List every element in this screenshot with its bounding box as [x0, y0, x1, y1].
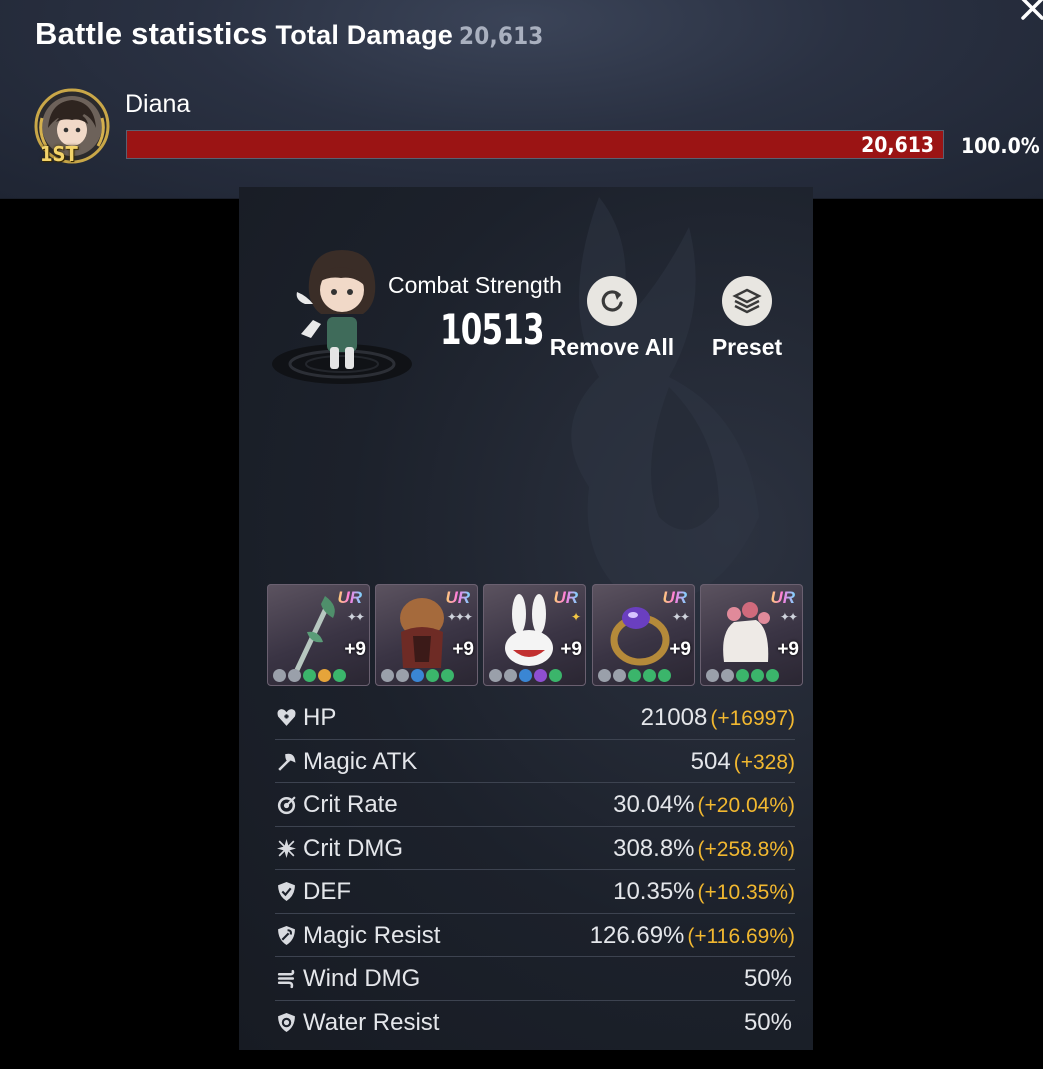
stat-value: 21008 (+16997) — [641, 704, 795, 732]
star-rating: ✦✦ — [346, 610, 365, 624]
rarity-badge: UR — [445, 588, 470, 607]
stat-name: DEF — [303, 878, 351, 905]
stat-name: Magic ATK — [303, 747, 418, 775]
hp-icon — [277, 709, 296, 726]
stat-row-magic-atk: Magic ATK 504 (+328) — [275, 740, 795, 783]
damage-value: 20,613 — [861, 133, 934, 157]
stat-row-hp: HP 21008 (+16997) — [275, 696, 795, 740]
rank-badge: 1ST — [40, 142, 78, 166]
equipment-slot-armor[interactable]: UR ✦✦✦ +9 — [375, 584, 478, 686]
stat-value-number: 308.8% — [613, 834, 695, 862]
stat-value-number: 10.35% — [613, 878, 695, 905]
background-character-art — [571, 197, 759, 607]
damage-bar-fill — [127, 131, 943, 158]
stat-bonus: (+16997) — [710, 707, 795, 730]
stat-name: Magic Resist — [303, 921, 441, 949]
battle-statistics-banner: Battle statistics Total Damage 20,613 1ST … — [0, 0, 1043, 199]
stat-row-magic-resist: Magic Resist 126.69% (+116.69%) — [275, 914, 795, 957]
damage-bar: 20,613 — [126, 130, 944, 159]
equipment-row: UR ✦✦ +9 UR ✦✦✦ +9 UR ✦ +9 UR ✦✦ +9 UR ✦… — [267, 584, 803, 686]
star-rating: ✦✦ — [671, 610, 690, 624]
stat-bonus: (+258.8%) — [697, 837, 795, 861]
stat-bonus: (+116.69%) — [687, 924, 795, 948]
stat-name: Crit Rate — [303, 791, 398, 818]
star-rating: ✦✦ — [779, 610, 798, 624]
crit-dmg-icon — [277, 838, 296, 858]
rarity-badge: UR — [662, 588, 687, 607]
substat-icons — [489, 669, 562, 682]
stat-bonus: (+20.04%) — [697, 794, 795, 817]
enhance-level: +9 — [344, 639, 366, 660]
remove-all-button[interactable]: Remove All — [548, 276, 676, 361]
refresh-icon — [587, 276, 637, 326]
equipment-slot-ring[interactable]: UR ✦✦ +9 — [592, 584, 695, 686]
enhance-level: +9 — [452, 639, 474, 660]
equipment-slot-helm[interactable]: UR ✦ +9 — [483, 584, 586, 686]
magic-resist-icon — [278, 925, 295, 945]
stat-row-crit-dmg: Crit DMG 308.8% (+258.8%) — [275, 827, 795, 870]
stat-value: 50% — [744, 1009, 795, 1037]
stat-row-wind-dmg: Wind DMG 50% — [275, 957, 795, 1001]
stat-name: Wind DMG — [303, 965, 421, 992]
layers-icon — [722, 276, 772, 326]
damage-percent: 100.0% — [961, 134, 1040, 158]
stat-value-number: 21008 — [640, 704, 708, 731]
stat-row-crit-rate: Crit Rate 30.04% (+20.04%) — [275, 783, 795, 827]
character-panel: Combat Strength 10513 Remove All Preset — [239, 187, 813, 1050]
substat-icons — [706, 669, 779, 682]
stat-name: HP — [303, 704, 337, 731]
battle-statistics-title: Battle statistics — [35, 16, 268, 51]
stat-name: Crit DMG — [303, 834, 403, 862]
close-icon[interactable] — [1016, 0, 1043, 22]
character-name: Diana — [125, 90, 191, 118]
stat-value: 504 (+328) — [691, 748, 795, 776]
stat-value: 50% — [744, 965, 795, 993]
equipment-slot-gloves[interactable]: UR ✦✦ +9 — [700, 584, 803, 686]
enhance-level: +9 — [777, 639, 799, 660]
stat-row-water-resist: Water Resist 50% — [275, 1001, 795, 1045]
stat-row-def: DEF 10.35% (+10.35%) — [275, 870, 795, 914]
combat-strength-label: Combat Strength — [388, 272, 562, 298]
stat-bonus: (+328) — [733, 750, 795, 774]
star-rating: ✦ — [570, 610, 581, 624]
stats-list: HP 21008 (+16997) Magic ATK 504 (+328) Cri… — [275, 696, 795, 1044]
stat-bonus: (+10.35%) — [697, 881, 795, 904]
remove-all-label: Remove All — [549, 334, 675, 360]
water-resist-icon — [278, 1012, 295, 1032]
rarity-badge: UR — [553, 588, 578, 607]
preset-label: Preset — [711, 334, 783, 360]
substat-icons — [381, 669, 454, 682]
substat-icons — [598, 669, 671, 682]
stat-value: 308.8% (+258.8%) — [613, 835, 795, 863]
character-chibi — [272, 250, 412, 384]
enhance-level: +9 — [560, 639, 582, 660]
crit-rate-icon — [277, 796, 296, 815]
banner-title: Battle statistics Total Damage 20,613 — [35, 16, 544, 52]
stat-value: 30.04% (+20.04%) — [613, 791, 795, 819]
substat-icons — [273, 669, 346, 682]
rarity-badge: UR — [337, 588, 362, 607]
wind-dmg-icon — [277, 969, 295, 989]
combat-strength-value: 10513 — [440, 305, 545, 354]
stat-name: Water Resist — [303, 1008, 440, 1036]
total-damage-label: Total Damage — [275, 20, 453, 50]
magic-atk-icon — [278, 753, 296, 771]
stat-value-number: 126.69% — [589, 921, 685, 949]
star-rating: ✦✦✦ — [446, 610, 473, 624]
total-damage-value: 20,613 — [459, 22, 544, 50]
stat-value-number: 504 — [690, 747, 731, 775]
equipment-slot-weapon[interactable]: UR ✦✦ +9 — [267, 584, 370, 686]
def-icon — [278, 882, 295, 901]
stat-value: 10.35% (+10.35%) — [613, 878, 795, 906]
stat-value-number: 30.04% — [613, 791, 695, 818]
stat-value-number: 50% — [743, 1008, 792, 1036]
preset-button[interactable]: Preset — [707, 276, 787, 361]
stat-value-number: 50% — [743, 965, 792, 992]
stat-value: 126.69% (+116.69%) — [590, 922, 795, 950]
enhance-level: +9 — [669, 639, 691, 660]
rarity-badge: UR — [770, 588, 795, 607]
